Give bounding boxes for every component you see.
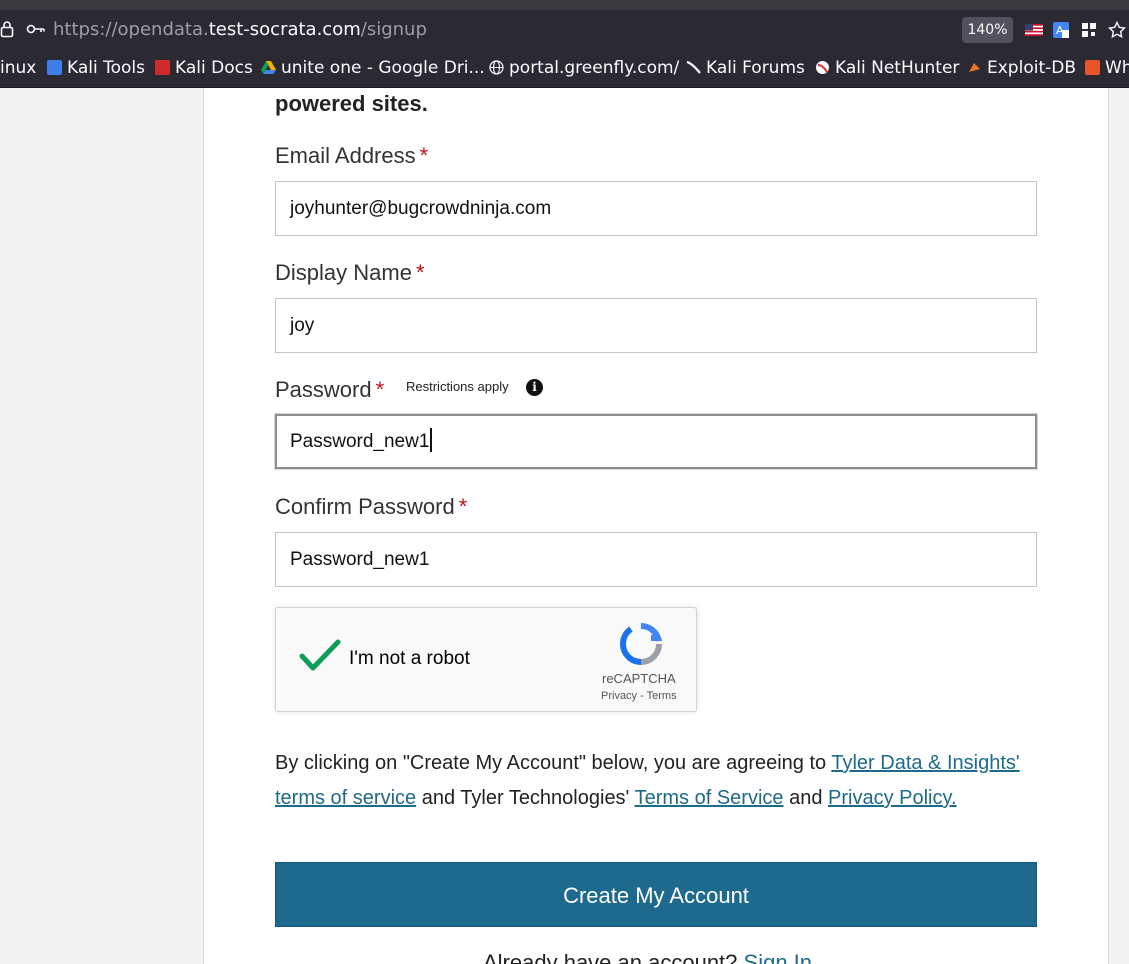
- bookmark-kali-nethunter[interactable]: Kali NetHunter: [815, 58, 959, 78]
- kali-forums-icon: [686, 60, 701, 74]
- email-field[interactable]: joyhunter@bugcrowdninja.com: [275, 181, 1037, 236]
- bookmark-label: Kali Docs: [175, 58, 253, 78]
- bookmark-label: unite one - Google Dri...: [281, 58, 485, 78]
- google-drive-icon: [261, 61, 276, 74]
- info-icon[interactable]: i: [526, 379, 543, 396]
- bookmark-kali-docs[interactable]: Kali Docs: [155, 58, 253, 78]
- bookmark-greenfly[interactable]: portal.greenfly.com/: [489, 58, 679, 78]
- signin-prompt: Already have an account? Sign In: [483, 950, 812, 964]
- display-name-label: Display Name *: [275, 260, 425, 286]
- us-flag-icon[interactable]: [1025, 21, 1043, 39]
- display-name-field[interactable]: joy: [275, 298, 1037, 353]
- bookmark-label: Kali NetHunter: [835, 58, 960, 78]
- recaptcha-terms-link[interactable]: Terms: [647, 690, 677, 702]
- recaptcha-label[interactable]: I'm not a robot: [349, 648, 470, 670]
- required-mark: *: [458, 494, 468, 519]
- kali-tools-icon: [47, 60, 62, 75]
- recaptcha-separator: -: [640, 690, 644, 702]
- bookmark-label: Exploit-DB: [987, 58, 1076, 78]
- required-mark: *: [419, 143, 429, 168]
- bookmark-kali-forums[interactable]: Kali Forums: [686, 58, 805, 78]
- url-text[interactable]: https://opendata.test-socrata.com/signup: [53, 19, 427, 40]
- bookmark-label: portal.greenfly.com/: [509, 58, 680, 78]
- lock-icon[interactable]: [0, 20, 14, 38]
- url-bar[interactable]: https://opendata.test-socrata.com/signup…: [0, 10, 1129, 48]
- recaptcha-brand: reCAPTCHA: [602, 671, 676, 686]
- bookmark-label: inux: [0, 58, 37, 78]
- terms-text-2: and Tyler Technologies': [416, 787, 635, 809]
- signin-prompt-text: Already have an account?: [483, 950, 744, 964]
- terms-of-service-link[interactable]: Terms of Service: [635, 787, 784, 809]
- confirm-password-field[interactable]: Password_new1: [275, 532, 1037, 587]
- translate-icon[interactable]: A: [1052, 21, 1070, 39]
- extensions-icon[interactable]: [1080, 21, 1098, 39]
- confirm-password-label-text: Confirm Password: [275, 494, 455, 519]
- terms-text-1: By clicking on "Create My Account" below…: [275, 752, 832, 774]
- zoom-level-button[interactable]: 140%: [962, 17, 1013, 43]
- email-label-text: Email Address: [275, 143, 416, 168]
- window-top-strip: [0, 0, 1129, 10]
- bookmark-label: Wh: [1105, 58, 1129, 78]
- password-label-text: Password: [275, 377, 372, 402]
- confirm-password-label: Confirm Password *: [275, 494, 467, 520]
- sign-in-link[interactable]: Sign In: [744, 950, 813, 964]
- key-icon[interactable]: [26, 22, 46, 36]
- bookmark-kali-linux[interactable]: inux: [0, 58, 36, 78]
- page-content: powered sites. Email Address * joyhunter@…: [0, 88, 1129, 964]
- terms-text-3: and: [783, 787, 828, 809]
- bookmark-kali-tools[interactable]: Kali Tools: [47, 58, 145, 78]
- required-mark: *: [375, 377, 385, 402]
- recaptcha-widget: I'm not a robot reCAPTCHA Privacy - Term…: [275, 607, 697, 712]
- bookmark-icon: [1085, 60, 1100, 75]
- required-mark: *: [415, 260, 425, 285]
- text-caret: [430, 428, 433, 452]
- bookmark-wh[interactable]: Wh: [1085, 58, 1129, 78]
- bookmark-google-drive[interactable]: unite one - Google Dri...: [261, 58, 485, 78]
- checkmark-icon[interactable]: [298, 638, 342, 674]
- globe-icon: [489, 60, 504, 75]
- url-domain: test-socrata.com: [208, 19, 361, 40]
- lead-text: powered sites.: [275, 91, 428, 116]
- bookmark-star-icon[interactable]: [1108, 21, 1126, 39]
- password-value: Password_new1: [290, 431, 430, 452]
- kali-nethunter-icon: [816, 61, 829, 74]
- password-restrictions-hint: Restrictions apply: [406, 379, 509, 394]
- bookmark-label: Kali Tools: [67, 58, 145, 78]
- recaptcha-privacy-link[interactable]: Privacy: [601, 690, 637, 702]
- url-prefix: https://opendata.: [53, 19, 209, 40]
- url-path: /signup: [360, 19, 427, 40]
- email-label: Email Address *: [275, 143, 428, 169]
- exploit-db-icon: [969, 63, 980, 72]
- bookmark-exploit-db[interactable]: Exploit-DB: [967, 58, 1076, 78]
- recaptcha-logo-icon: [619, 622, 663, 665]
- display-name-label-text: Display Name: [275, 260, 412, 285]
- bookmarks-toolbar: inux Kali Tools Kali Docs unite one - Go…: [0, 48, 1129, 88]
- privacy-policy-link[interactable]: Privacy Policy.: [828, 787, 957, 809]
- password-label: Password *: [275, 377, 384, 403]
- terms-notice: By clicking on "Create My Account" below…: [275, 746, 1035, 816]
- password-field[interactable]: Password_new1: [275, 414, 1037, 469]
- kali-docs-icon: [155, 60, 170, 75]
- create-account-button[interactable]: Create My Account: [275, 862, 1037, 927]
- recaptcha-links: Privacy - Terms: [601, 690, 677, 702]
- bookmark-label: Kali Forums: [706, 58, 805, 78]
